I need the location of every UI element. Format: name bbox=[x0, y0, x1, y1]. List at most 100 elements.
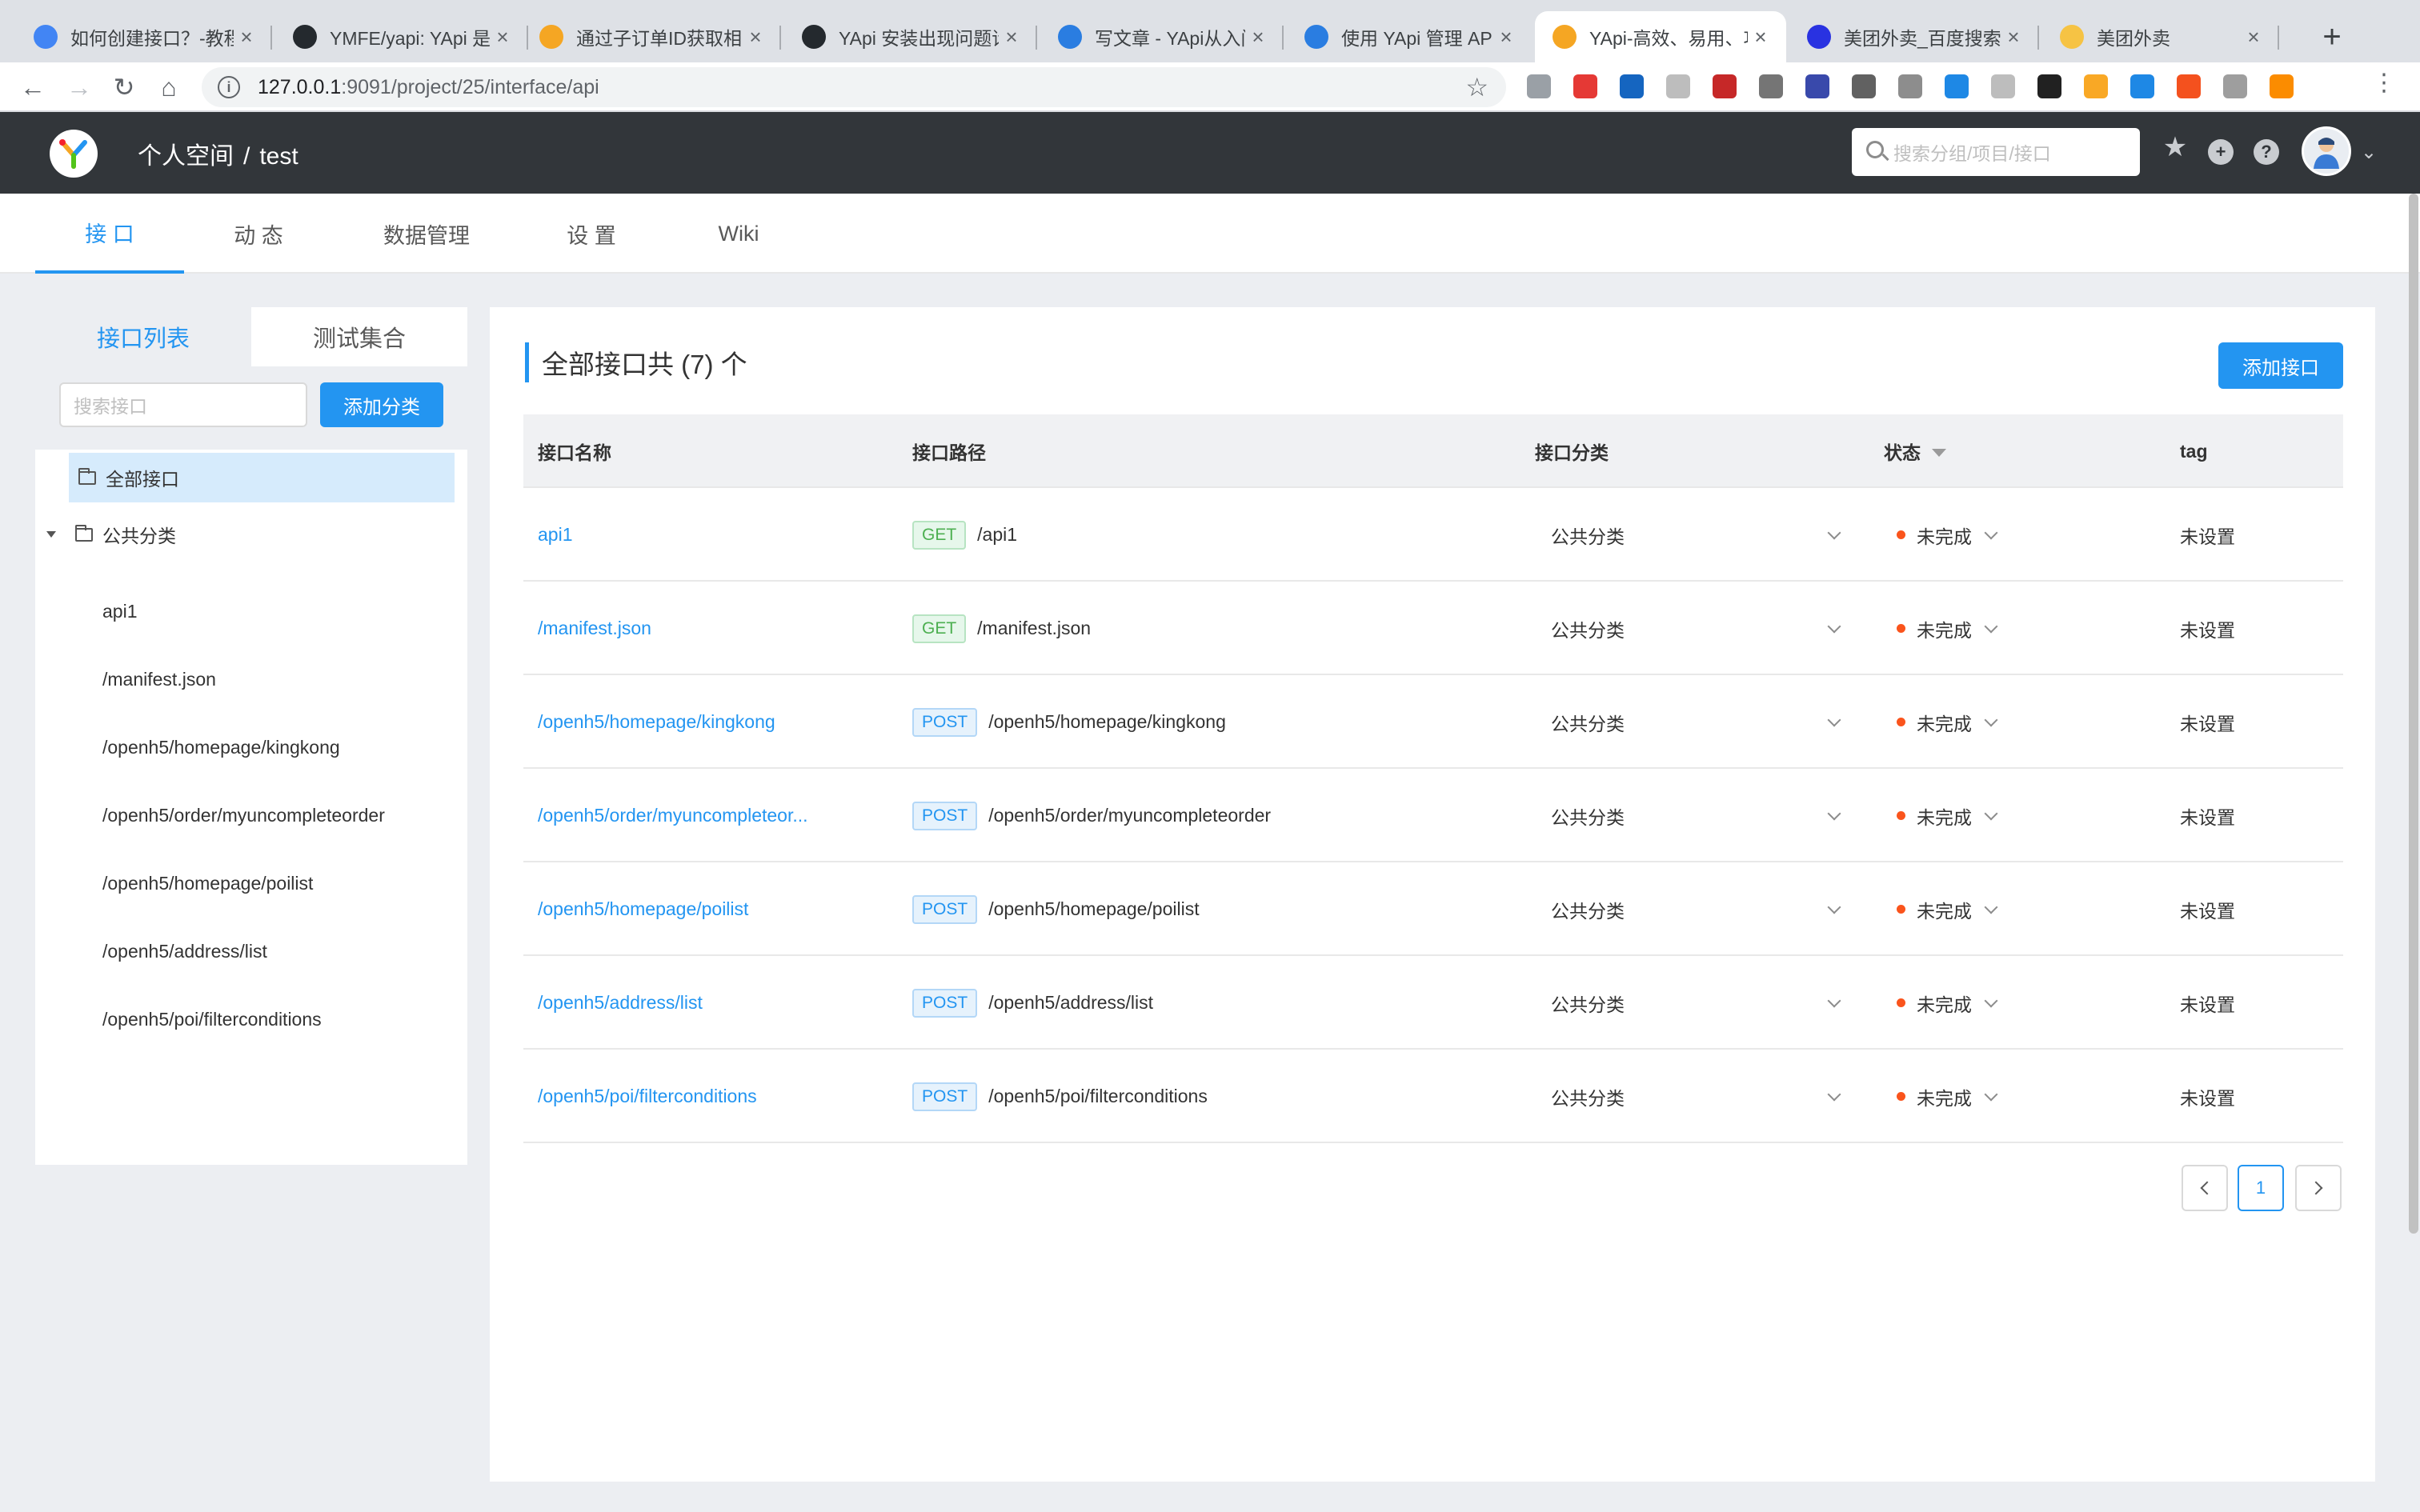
fe-ext-icon[interactable] bbox=[1573, 74, 1597, 98]
yapi-logo-icon[interactable] bbox=[50, 130, 98, 178]
forward-icon[interactable]: → bbox=[62, 70, 96, 104]
pagination-next[interactable] bbox=[2295, 1165, 2342, 1211]
browser-tab[interactable]: 美团外卖_百度搜索 × bbox=[1789, 11, 2039, 62]
tree-interface-item[interactable]: /openh5/order/myuncompleteorder bbox=[102, 799, 385, 831]
browser-menu-icon[interactable]: ⋮ bbox=[2372, 69, 2396, 96]
reload-icon[interactable]: ↻ bbox=[107, 70, 141, 104]
tree-all-interfaces[interactable]: 全部接口 bbox=[69, 453, 455, 502]
category-select-value: 公共分类 bbox=[1551, 994, 1625, 1015]
browser-tab[interactable]: YApi-高效、易用、功 × bbox=[1535, 11, 1786, 62]
browser-tab[interactable]: 写文章 - YApi从入门 × bbox=[1040, 11, 1284, 62]
interface-name-link[interactable]: api1 bbox=[538, 488, 572, 582]
category-select[interactable]: 公共分类 bbox=[1551, 488, 1841, 582]
avatar[interactable] bbox=[2302, 126, 2351, 176]
grid-ext-icon[interactable] bbox=[1991, 74, 2015, 98]
home-icon[interactable]: ⌂ bbox=[152, 70, 186, 104]
capture-ext-icon[interactable] bbox=[2037, 74, 2061, 98]
timer-ext-icon[interactable] bbox=[1666, 74, 1690, 98]
v-ext-icon[interactable] bbox=[1898, 74, 1922, 98]
site-info-icon[interactable]: i bbox=[218, 76, 240, 98]
status-select[interactable]: 未完成 bbox=[1897, 488, 2009, 582]
close-tab-icon[interactable]: × bbox=[2001, 25, 2026, 50]
tree-interface-item[interactable]: /manifest.json bbox=[102, 663, 216, 695]
back-icon[interactable]: ← bbox=[16, 70, 50, 104]
pagination-prev[interactable] bbox=[2182, 1165, 2228, 1211]
status-select[interactable]: 未完成 bbox=[1897, 956, 2009, 1050]
close-tab-icon[interactable]: × bbox=[234, 25, 259, 50]
chevron-down-icon[interactable]: ⌄ bbox=[2361, 141, 2377, 164]
spy-ext-icon[interactable] bbox=[1852, 74, 1876, 98]
page-scrollbar[interactable] bbox=[2409, 194, 2418, 1234]
help-icon[interactable]: ? bbox=[2254, 139, 2279, 165]
category-select[interactable]: 公共分类 bbox=[1551, 675, 1841, 769]
status-select[interactable]: 未完成 bbox=[1897, 1050, 2009, 1143]
breadcrumb-project[interactable]: test bbox=[259, 143, 298, 170]
globe-ext-icon[interactable] bbox=[1945, 74, 1969, 98]
tab-interface-list[interactable]: 接口列表 bbox=[35, 307, 251, 366]
category-select[interactable]: 公共分类 bbox=[1551, 862, 1841, 956]
tree-interface-item[interactable]: /openh5/homepage/poilist bbox=[102, 867, 313, 899]
interface-name-link[interactable]: /openh5/order/myuncompleteor... bbox=[538, 769, 808, 862]
vue-ext-icon[interactable] bbox=[1620, 74, 1644, 98]
block-ext-icon[interactable] bbox=[2130, 74, 2154, 98]
close-tab-icon[interactable]: × bbox=[1493, 25, 1519, 50]
interface-name-link[interactable]: /manifest.json bbox=[538, 582, 651, 675]
interface-name-link[interactable]: /openh5/poi/filterconditions bbox=[538, 1050, 757, 1143]
tab-test-collection[interactable]: 测试集合 bbox=[251, 307, 467, 366]
tree-category-public[interactable]: 公共分类 bbox=[46, 518, 176, 550]
close-tab-icon[interactable]: × bbox=[490, 25, 515, 50]
category-select[interactable]: 公共分类 bbox=[1551, 956, 1841, 1050]
close-tab-icon[interactable]: × bbox=[1245, 25, 1271, 50]
pagination-page[interactable]: 1 bbox=[2238, 1165, 2284, 1211]
browser-tab[interactable]: 美团外卖 × bbox=[2042, 11, 2279, 62]
browser-tab[interactable]: 使用 YApi 管理 API × bbox=[1287, 11, 1532, 62]
tab-interface[interactable]: 接 口 bbox=[35, 194, 184, 274]
browser-tab[interactable]: YApi 安装出现问题请 × bbox=[784, 11, 1037, 62]
bookmark-star-icon[interactable]: ☆ bbox=[1465, 72, 1488, 102]
tab-wiki[interactable]: Wiki bbox=[688, 194, 789, 274]
category-select[interactable]: 公共分类 bbox=[1551, 769, 1841, 862]
global-search-input[interactable]: 搜索分组/项目/接口 bbox=[1852, 128, 2140, 176]
tree-interface-item[interactable]: /openh5/address/list bbox=[102, 935, 267, 967]
off-ext-icon[interactable] bbox=[2177, 74, 2201, 98]
add-category-button[interactable]: 添加分类 bbox=[320, 382, 443, 427]
interface-name-link[interactable]: /openh5/homepage/kingkong bbox=[538, 675, 775, 769]
status-select[interactable]: 未完成 bbox=[1897, 582, 2009, 675]
status-select[interactable]: 未完成 bbox=[1897, 862, 2009, 956]
add-project-icon[interactable]: + bbox=[2208, 139, 2234, 165]
filter-icon[interactable] bbox=[1932, 449, 1946, 457]
close-tab-icon[interactable]: × bbox=[999, 25, 1024, 50]
close-tab-icon[interactable]: × bbox=[2241, 25, 2266, 50]
browser-tab[interactable]: 如何创建接口？-教程 × bbox=[16, 11, 272, 62]
tree-interface-item[interactable]: /openh5/homepage/kingkong bbox=[102, 731, 340, 763]
address-bar[interactable]: i 127.0.0.1:9091/project/25/interface/ap… bbox=[202, 67, 1506, 107]
close-tab-icon[interactable]: × bbox=[1748, 25, 1773, 50]
interface-name-link[interactable]: /openh5/homepage/poilist bbox=[538, 862, 748, 956]
face-ext-icon[interactable] bbox=[2270, 74, 2294, 98]
tab-data-management[interactable]: 数据管理 bbox=[359, 194, 495, 274]
angular-ext-icon[interactable] bbox=[1713, 74, 1737, 98]
browser-tab[interactable]: YMFE/yapi: YApi 是 × bbox=[275, 11, 528, 62]
browser-tab[interactable]: 通过子订单ID获取相 × bbox=[522, 11, 781, 62]
breadcrumb-space[interactable]: 个人空间 bbox=[138, 143, 234, 170]
tree-interface-item[interactable]: api1 bbox=[102, 595, 137, 627]
caret-down-icon[interactable] bbox=[46, 531, 56, 538]
interface-search-input[interactable]: 搜索接口 bbox=[59, 382, 307, 427]
interface-name-link[interactable]: /openh5/address/list bbox=[538, 956, 703, 1050]
folder-ext-icon[interactable] bbox=[2084, 74, 2108, 98]
search-ext-icon[interactable] bbox=[1527, 74, 1551, 98]
tree-interface-item[interactable]: /openh5/poi/filterconditions bbox=[102, 1003, 322, 1035]
alert-ext-icon[interactable] bbox=[2223, 74, 2247, 98]
new-tab-icon[interactable]: + bbox=[2310, 11, 2354, 62]
star-icon[interactable]: ★ bbox=[2162, 132, 2188, 162]
category-select[interactable]: 公共分类 bbox=[1551, 582, 1841, 675]
add-interface-button[interactable]: 添加接口 bbox=[2218, 342, 2343, 389]
trend-ext-icon[interactable] bbox=[1759, 74, 1783, 98]
tab-settings[interactable]: 设 置 bbox=[538, 194, 645, 274]
close-tab-icon[interactable]: × bbox=[743, 25, 768, 50]
status-select[interactable]: 未完成 bbox=[1897, 769, 2009, 862]
status-select[interactable]: 未完成 bbox=[1897, 675, 2009, 769]
category-select[interactable]: 公共分类 bbox=[1551, 1050, 1841, 1143]
tab-activity[interactable]: 动 态 bbox=[205, 194, 312, 274]
z-ext-icon[interactable] bbox=[1805, 74, 1829, 98]
